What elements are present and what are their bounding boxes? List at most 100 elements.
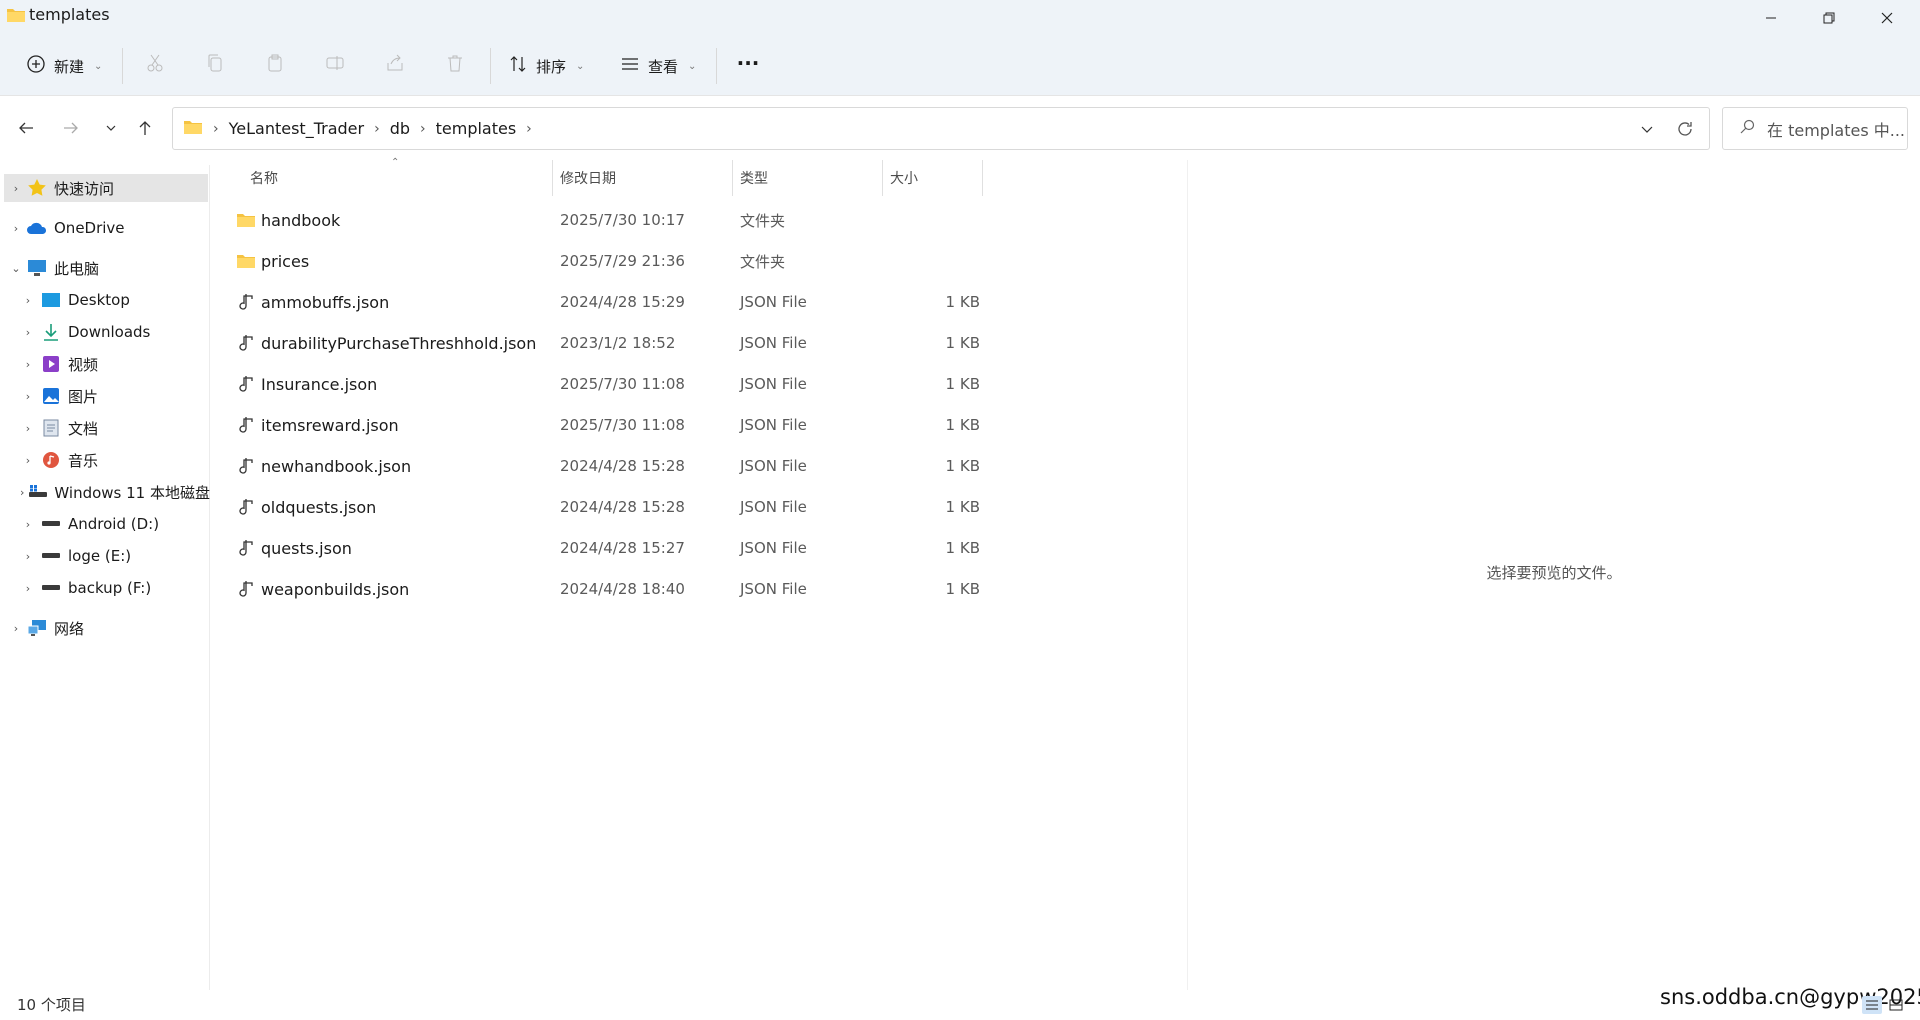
chevron-right-icon[interactable]: › [8,182,24,195]
chevron-right-icon[interactable]: › [374,121,380,137]
file-row[interactable]: oldquests.json 2024/4/28 15:28 JSON File… [228,487,980,527]
view-button[interactable]: 查看 ⌄ [620,46,696,86]
folder-icon [183,119,203,139]
sidebar-item-documents[interactable]: › 文档 [20,414,208,442]
back-arrow-icon[interactable] [11,113,41,143]
sidebar-item-onedrive[interactable]: › OneDrive [4,214,208,242]
chevron-down-icon[interactable]: ⌄ [8,262,24,275]
chevron-right-icon[interactable]: › [20,518,36,531]
sidebar-item-music[interactable]: › 音乐 [20,446,208,474]
file-row[interactable]: ammobuffs.json 2024/4/28 15:29 JSON File… [228,282,980,322]
file-row[interactable]: weaponbuilds.json 2024/4/28 18:40 JSON F… [228,569,980,609]
file-row[interactable]: prices 2025/7/29 21:36 文件夹 [228,241,980,281]
search-input[interactable]: 在 templates 中... [1722,107,1908,150]
column-header-size[interactable]: 大小 [882,160,982,196]
sidebar-item-network[interactable]: › 网络 [4,614,208,642]
file-size: 1 KB [945,375,980,393]
more-options-button[interactable]: ··· [732,47,764,79]
breadcrumb-item[interactable]: db [390,119,410,138]
file-name: itemsreward.json [261,415,399,435]
column-header-modified[interactable]: 修改日期 [552,160,732,196]
sidebar-item-downloads[interactable]: › Downloads [20,318,208,346]
cut-icon[interactable] [139,47,171,79]
file-modified: 2024/4/28 15:28 [560,457,685,475]
chevron-right-icon[interactable]: › [420,121,426,137]
chevron-right-icon[interactable]: › [20,358,36,371]
forward-arrow-icon[interactable] [56,113,86,143]
toolbar-separator [490,48,491,84]
minimize-button[interactable] [1742,0,1800,36]
json-file-icon [236,292,256,312]
delete-icon[interactable] [439,47,471,79]
chevron-right-icon[interactable]: › [526,121,532,137]
chevron-down-icon: ⌄ [688,60,697,72]
file-name: Insurance.json [261,374,378,394]
details-view-icon[interactable] [1862,996,1882,1014]
file-row[interactable]: Insurance.json 2025/7/30 11:08 JSON File… [228,364,980,404]
refresh-icon[interactable] [1673,117,1697,141]
chevron-right-icon[interactable]: › [20,294,36,307]
view-label: 查看 [648,57,679,76]
address-bar[interactable]: › YeLantest_Trader › db › templates › [172,107,1710,150]
chevron-right-icon[interactable]: › [20,454,36,467]
chevron-right-icon[interactable]: › [20,486,24,499]
column-divider[interactable] [982,160,983,196]
chevron-right-icon[interactable]: › [8,222,24,235]
breadcrumb-item[interactable]: templates [436,119,517,138]
share-icon[interactable] [379,47,411,79]
window-title: templates [29,5,110,24]
sidebar-item-label: 快速访问 [54,179,115,198]
sidebar-item-pictures[interactable]: › 图片 [20,382,208,410]
sidebar-item-drive-f[interactable]: › backup (F:) [20,574,208,602]
sidebar-item-drive-d[interactable]: › Android (D:) [20,510,208,538]
sidebar-item-label: 文档 [68,419,99,438]
json-file-icon [236,333,256,353]
chevron-right-icon[interactable]: › [20,550,36,563]
new-button[interactable]: 新建 ⌄ [26,46,102,86]
copy-icon[interactable] [199,47,231,79]
address-dropdown-chevron-icon[interactable] [1635,117,1659,141]
sidebar-item-label: Downloads [68,323,151,341]
sidebar-item-desktop[interactable]: › Desktop [20,286,208,314]
chevron-right-icon[interactable]: › [20,422,36,435]
music-icon [40,450,62,470]
file-type: JSON File [740,539,807,557]
drive-icon [40,514,62,534]
sidebar-item-windows-drive[interactable]: › Windows 11 本地磁盘 [20,478,210,506]
rename-icon[interactable] [319,47,351,79]
recent-locations-chevron-icon[interactable] [96,113,126,143]
sidebar-item-label: Android (D:) [68,515,160,533]
sidebar-item-videos[interactable]: › 视频 [20,350,208,378]
file-row[interactable]: quests.json 2024/4/28 15:27 JSON File 1 … [228,528,980,568]
sidebar-item-quick-access[interactable]: › 快速访问 [4,174,208,202]
chevron-right-icon[interactable]: › [20,390,36,403]
breadcrumb: › YeLantest_Trader › db › templates › [183,108,532,149]
sort-button[interactable]: 排序 ⌄ [508,46,584,86]
file-row[interactable]: itemsreward.json 2025/7/30 11:08 JSON Fi… [228,405,980,445]
breadcrumb-item[interactable]: YeLantest_Trader [229,119,364,138]
chevron-right-icon[interactable]: › [8,622,24,635]
up-arrow-icon[interactable] [130,113,160,143]
sidebar-item-this-pc[interactable]: ⌄ 此电脑 [4,254,208,282]
file-type: JSON File [740,416,807,434]
file-name: newhandbook.json [261,456,412,476]
restore-button[interactable] [1800,0,1858,36]
file-modified: 2025/7/30 10:17 [560,211,685,229]
json-file-icon [236,415,256,435]
close-button[interactable] [1858,0,1916,36]
paste-icon[interactable] [259,47,291,79]
file-row[interactable]: newhandbook.json 2024/4/28 15:28 JSON Fi… [228,446,980,486]
column-header-name[interactable]: 名称 [242,160,552,196]
file-row[interactable]: durabilityPurchaseThreshhold.json 2023/1… [228,323,980,363]
chevron-right-icon[interactable]: › [20,582,36,595]
file-type: 文件夹 [740,252,786,271]
file-modified: 2025/7/29 21:36 [560,252,685,270]
column-header-type[interactable]: 类型 [732,160,882,196]
sidebar-item-drive-e[interactable]: › loge (E:) [20,542,208,570]
folder-icon [236,251,256,271]
tiles-view-icon[interactable] [1886,996,1906,1014]
chevron-right-icon[interactable]: › [20,326,36,339]
toolbar-separator [716,48,717,84]
file-row[interactable]: handbook 2025/7/30 10:17 文件夹 [228,200,980,240]
sidebar-item-label: 视频 [68,355,99,374]
